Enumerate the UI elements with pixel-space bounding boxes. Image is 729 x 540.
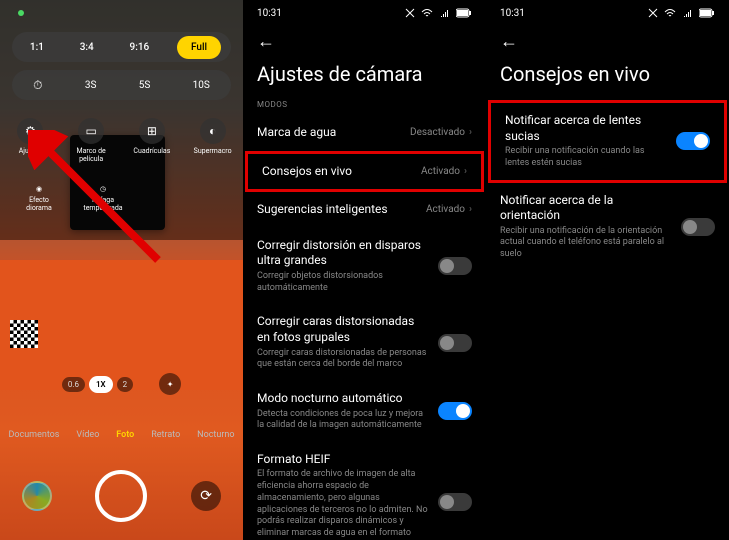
option-ajustes[interactable]: ⚙ Ajustes <box>7 118 53 163</box>
setting-desc: Corregir objetos distorsionados automáti… <box>257 271 430 294</box>
mode-foto[interactable]: Foto <box>116 430 134 440</box>
setting-row[interactable]: Marca de aguaDesactivado › <box>243 115 486 151</box>
zoom-1x[interactable]: 1X <box>89 376 113 393</box>
macro-icon: ◐ <box>200 118 226 144</box>
setting-state: Activado <box>426 204 465 215</box>
camera-app: 1:1 3:4 9:16 Full ⏱ 3S 5S 10S ⚙ Ajustes … <box>0 0 243 540</box>
options-row-1: ⚙ Ajustes ▭ Marco de película ⊞ Cuadrícu… <box>0 118 243 163</box>
page-title: Ajustes de cámara <box>243 56 486 100</box>
setting-desc: Corregir caras distorsionadas de persona… <box>257 348 430 371</box>
mode-documentos[interactable]: Documentos <box>8 430 59 440</box>
timer-10s[interactable]: 10S <box>193 80 210 91</box>
options-row-2: ◉ Efecto diorama ◷ Ráfaga temporizada <box>0 185 243 212</box>
burst-icon: ◷ <box>100 185 106 193</box>
flip-camera-icon[interactable]: ⟳ <box>191 481 221 511</box>
option-cuadriculas[interactable]: ⊞ Cuadrículas <box>129 118 175 163</box>
signal-icon <box>440 8 450 18</box>
recording-indicator <box>18 10 24 16</box>
grid-icon: ⊞ <box>139 118 165 144</box>
setting-row[interactable]: Corregir caras distorsionadas en fotos g… <box>243 304 486 381</box>
setting-desc: El formato de archivo de imagen de alta … <box>257 469 430 540</box>
timer-icon[interactable]: ⏱ <box>33 78 42 93</box>
ratio-1-1[interactable]: 1:1 <box>22 38 52 57</box>
toggle[interactable] <box>438 334 472 352</box>
setting-desc: Recibir una notificación de la orientaci… <box>500 226 673 261</box>
shutter-button[interactable] <box>95 470 147 522</box>
mode-video[interactable]: Vídeo <box>76 430 99 440</box>
camera-settings-screen: 10:31 ← Ajustes de cámara MODOS Marca de… <box>243 0 486 540</box>
option-marco[interactable]: ▭ Marco de película <box>68 118 114 163</box>
wifi-icon <box>421 8 433 18</box>
toggle[interactable] <box>438 493 472 511</box>
setting-row[interactable]: Modo nocturno automático Detecta condicio… <box>243 381 486 442</box>
setting-row[interactable]: Sugerencias inteligentesActivado › <box>243 192 486 228</box>
chevron-right-icon: › <box>464 166 467 177</box>
zoom-row: 0.6 1X 2 ✦ <box>0 373 243 395</box>
ratio-9-16[interactable]: 9:16 <box>122 38 158 57</box>
ratio-3-4[interactable]: 3:4 <box>72 38 102 57</box>
settings-list: Notificar acerca de lentes suciasRecibir… <box>486 100 729 271</box>
setting-state: Activado <box>421 166 460 177</box>
back-button[interactable]: ← <box>243 21 486 56</box>
setting-desc: Recibir una notificación cuando las lent… <box>505 146 668 169</box>
zoom-2[interactable]: 2 <box>117 377 134 392</box>
chevron-right-icon: › <box>469 127 472 138</box>
setting-title: Modo nocturno automático <box>257 391 430 407</box>
mode-retrato[interactable]: Retrato <box>151 430 180 440</box>
chevron-right-icon: › <box>469 204 472 215</box>
setting-row[interactable]: Consejos en vivoActivado › <box>245 151 484 193</box>
status-bar: 10:31 <box>486 0 729 21</box>
toggle[interactable] <box>438 257 472 275</box>
setting-desc: Detecta condiciones de poca luz y mejora… <box>257 409 430 432</box>
option-rafaga[interactable]: ◷ Ráfaga temporizada <box>80 185 126 212</box>
ratio-full[interactable]: Full <box>177 36 221 59</box>
toggle[interactable] <box>681 218 715 236</box>
timer-3s[interactable]: 3S <box>85 80 97 91</box>
shutter-row: ⟳ <box>0 470 243 522</box>
diorama-icon: ◉ <box>36 185 42 193</box>
back-button[interactable]: ← <box>486 21 729 56</box>
ai-icon[interactable]: ✦ <box>159 373 181 395</box>
option-supermacro[interactable]: ◐ Supermacro <box>190 118 236 163</box>
setting-title: Marca de agua <box>257 125 410 141</box>
setting-title: Notificar acerca de lentes sucias <box>505 113 668 144</box>
setting-row[interactable]: Corregir distorsión en disparos ultra gr… <box>243 228 486 305</box>
mode-row: Documentos Vídeo Foto Retrato Nocturno <box>0 430 243 440</box>
setting-title: Corregir caras distorsionadas en fotos g… <box>257 314 430 345</box>
status-bar: 10:31 <box>243 0 486 21</box>
section-label: MODOS <box>243 100 486 115</box>
zoom-0-6[interactable]: 0.6 <box>62 377 85 392</box>
clock: 10:31 <box>500 8 525 21</box>
clock: 10:31 <box>257 8 282 21</box>
toggle[interactable] <box>676 132 710 150</box>
timer-row: ⏱ 3S 5S 10S <box>12 70 231 100</box>
option-diorama[interactable]: ◉ Efecto diorama <box>16 185 62 212</box>
toggle[interactable] <box>438 402 472 420</box>
gallery-thumb[interactable] <box>22 481 52 511</box>
status-icons <box>644 8 715 21</box>
setting-row[interactable]: Notificar acerca de lentes suciasRecibir… <box>488 100 727 183</box>
mode-nocturno[interactable]: Nocturno <box>197 430 234 440</box>
setting-title: Consejos en vivo <box>262 164 421 180</box>
aspect-ratio-row: 1:1 3:4 9:16 Full <box>12 32 231 62</box>
frame-icon: ▭ <box>78 118 104 144</box>
setting-title: Notificar acerca de la orientación <box>500 193 673 224</box>
setting-title: Corregir distorsión en disparos ultra gr… <box>257 238 430 269</box>
settings-list: Marca de aguaDesactivado›Consejos en viv… <box>243 115 486 540</box>
setting-row[interactable]: Formato HEIFEl formato de archivo de ima… <box>243 442 486 540</box>
setting-row[interactable]: Notificar acerca de la orientaciónRecibi… <box>486 183 729 271</box>
setting-state: Desactivado <box>410 127 465 138</box>
setting-title: Formato HEIF <box>257 452 430 468</box>
status-icons <box>401 8 472 21</box>
setting-title: Sugerencias inteligentes <box>257 202 426 218</box>
timer-5s[interactable]: 5S <box>139 80 151 91</box>
mute-icon <box>405 8 415 18</box>
page-title: Consejos en vivo <box>486 56 729 100</box>
live-tips-screen: 10:31 ← Consejos en vivo Notificar acerc… <box>486 0 729 540</box>
gear-icon: ⚙ <box>17 118 43 144</box>
battery-icon <box>456 8 472 18</box>
